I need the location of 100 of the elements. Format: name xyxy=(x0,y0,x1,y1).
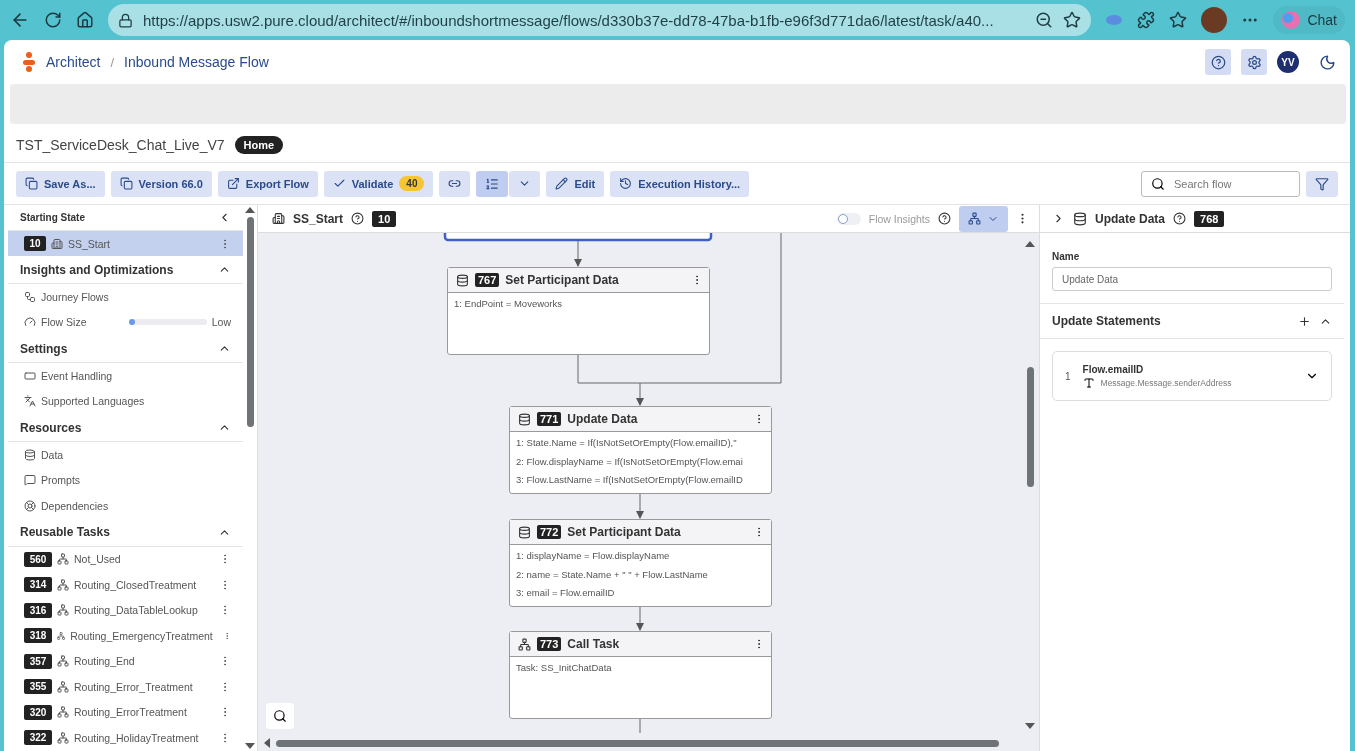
sidebar-item[interactable]: Dependencies xyxy=(8,493,243,519)
list-view-button[interactable] xyxy=(476,170,509,197)
lifebuoy-icon xyxy=(24,499,36,512)
database-icon xyxy=(24,448,36,461)
help-icon[interactable] xyxy=(1173,212,1186,225)
toolbar-button[interactable]: Execution History... xyxy=(610,170,750,197)
hierarchy-icon xyxy=(57,706,69,719)
section-title: Update Statements xyxy=(1052,314,1161,328)
profile-avatar[interactable] xyxy=(1201,7,1228,33)
reload-icon[interactable] xyxy=(44,11,62,29)
sidebar-item[interactable]: 320 Routing_ErrorTreatment xyxy=(8,699,243,725)
scroll-left-icon[interactable] xyxy=(264,738,270,748)
number-badge: 10 xyxy=(372,210,397,227)
home-icon[interactable] xyxy=(76,11,94,29)
toolbar-button[interactable]: Validate 40 xyxy=(323,170,434,197)
hierarchy-icon xyxy=(57,655,69,668)
hierarchy-icon xyxy=(57,731,69,744)
flow-node[interactable]: 771 Update Data 1: State.Name = If(IsNotSetOrEmpty(Flow.emailID)," 2: Flow.displayName = If(IsNotSetOrEmpty(Flow.emai 3: Flow.LastName = If(IsNotSetOrEmpty(Flow.emailID xyxy=(509,406,772,494)
sidebar-item[interactable]: 355 Routing_Error_Treatment xyxy=(8,674,243,700)
sidebar-item[interactable]: Flow Size Low xyxy=(8,309,243,335)
layout-button[interactable] xyxy=(959,205,1008,232)
section-title: Insights and Optimizations xyxy=(20,262,174,277)
section-title: Resources xyxy=(20,420,82,435)
node-statement: 1: State.Name = If(IsNotSetOrEmpty(Flow.emailID)," xyxy=(515,436,738,450)
user-avatar[interactable]: YV xyxy=(1277,51,1299,73)
sidebar-item[interactable]: 316 Routing_DataTableLookup xyxy=(8,597,243,623)
edit-icon xyxy=(555,177,569,190)
database-icon xyxy=(456,273,469,287)
link-button[interactable] xyxy=(439,170,471,197)
toolbar-button[interactable]: Edit xyxy=(546,170,605,197)
validate-icon xyxy=(332,177,346,190)
scrollbar-thumb[interactable] xyxy=(1026,367,1034,487)
help-icon[interactable] xyxy=(938,212,951,225)
name-field[interactable]: Update Data xyxy=(1052,267,1332,291)
item-label: Routing_End xyxy=(74,655,135,668)
add-icon[interactable] xyxy=(1298,314,1311,328)
sidebar-item[interactable]: 560 Not_Used xyxy=(8,546,243,572)
number-badge: 314 xyxy=(24,577,52,593)
breadcrumb-link[interactable]: Architect xyxy=(46,54,101,70)
node-statement: Task: SS_InitChatData xyxy=(515,661,613,675)
sidebar-item[interactable]: Supported Languages xyxy=(8,388,243,414)
sidebar-item[interactable]: Prompts xyxy=(8,467,243,493)
item-label: Prompts xyxy=(41,474,81,487)
rectangle-icon xyxy=(24,369,36,382)
hierarchy-icon xyxy=(968,212,981,225)
scroll-up-icon[interactable] xyxy=(1025,241,1035,247)
flow-node[interactable]: 767 Set Participant Data 1: EndPoint = Moveworks xyxy=(447,267,710,355)
toggle-label: Flow Insights xyxy=(868,212,930,225)
search-field[interactable]: Search flow xyxy=(1141,170,1300,197)
settings-button[interactable] xyxy=(1241,49,1267,75)
zoom-icon[interactable] xyxy=(1035,11,1054,29)
moon-icon[interactable] xyxy=(1319,53,1336,71)
toolbar-button[interactable]: Version 66.0 xyxy=(110,170,212,197)
address-bar[interactable]: https://apps.usw2.pure.cloud/architect/#/inboundshortmessage/flows/d330b37e-dd78-47ba-b1fb-e96f3d771da6/latest/task/a40... xyxy=(108,4,1092,36)
number-badge: 771 xyxy=(537,412,562,426)
help-icon[interactable] xyxy=(351,212,365,225)
toolbar-button[interactable]: Export Flow xyxy=(217,170,318,197)
item-label: Data xyxy=(41,448,64,461)
favorites-icon[interactable] xyxy=(1169,11,1188,29)
help-button[interactable] xyxy=(1205,49,1231,75)
lock-icon xyxy=(118,12,133,28)
sidebar-item[interactable]: 318 Routing_EmergencyTreatment xyxy=(8,623,243,649)
sidebar-item[interactable]: 314 Routing_ClosedTreatment xyxy=(8,572,243,598)
history-icon xyxy=(619,177,633,190)
gauge-icon xyxy=(24,316,36,329)
search-button[interactable] xyxy=(266,703,294,729)
star-icon[interactable] xyxy=(1063,11,1082,29)
sidebar-item[interactable]: 10 SS_Start xyxy=(8,231,243,256)
node-statement: 2: name = State.Name + " " + Flow.LastName xyxy=(515,567,709,582)
number-badge: 560 xyxy=(24,551,52,567)
number-badge: 773 xyxy=(537,637,562,651)
sidebar-item[interactable]: 357 Routing_End xyxy=(8,648,243,674)
sidebar-item[interactable]: 322 Routing_HolidayTreatment xyxy=(8,725,243,751)
scrollbar-thumb[interactable] xyxy=(246,217,254,427)
flow-node[interactable]: 773 Call Task Task: SS_InitChatData xyxy=(509,631,772,719)
item-label: Routing_ErrorTreatment xyxy=(74,706,187,719)
puzzle-icon[interactable] xyxy=(1137,11,1156,29)
statement-card[interactable]: 1 Flow.emailID Message.Message.senderAddress xyxy=(1052,351,1332,401)
search-icon xyxy=(1151,176,1165,191)
filter-button[interactable] xyxy=(1306,170,1338,197)
settings-icon xyxy=(1246,54,1262,70)
scrollbar-thumb[interactable] xyxy=(276,739,999,747)
toggle-switch[interactable] xyxy=(836,212,861,225)
sidebar-item[interactable]: Journey Flows xyxy=(8,284,243,310)
sidebar-item[interactable]: Event Handling xyxy=(8,363,243,389)
number-badge: 355 xyxy=(24,679,52,695)
text-type-icon xyxy=(1082,376,1095,389)
item-label: Routing_DataTableLookup xyxy=(74,604,198,617)
scroll-down-icon[interactable] xyxy=(1025,723,1035,729)
flow-node[interactable]: 772 Set Participant Data 1: displayName = Flow.displayName 2: name = State.Name + " " + Flow.LastName 3: email = Flow.emailID xyxy=(509,519,772,607)
sidebar-item[interactable]: Data xyxy=(8,442,243,468)
panel-title: Update Data xyxy=(1095,211,1165,226)
breadcrumb-link[interactable]: Inbound Message Flow xyxy=(124,54,269,70)
number-badge: 322 xyxy=(24,730,52,746)
hierarchy-icon xyxy=(57,553,69,566)
item-label: SS_Start xyxy=(68,237,111,250)
canvas-title: SS_Start xyxy=(293,211,344,226)
item-label: Routing_EmergencyTreatment xyxy=(70,629,213,642)
chat-button[interactable]: Chat xyxy=(1273,6,1345,34)
toolbar-button[interactable]: Save As... xyxy=(16,170,105,197)
